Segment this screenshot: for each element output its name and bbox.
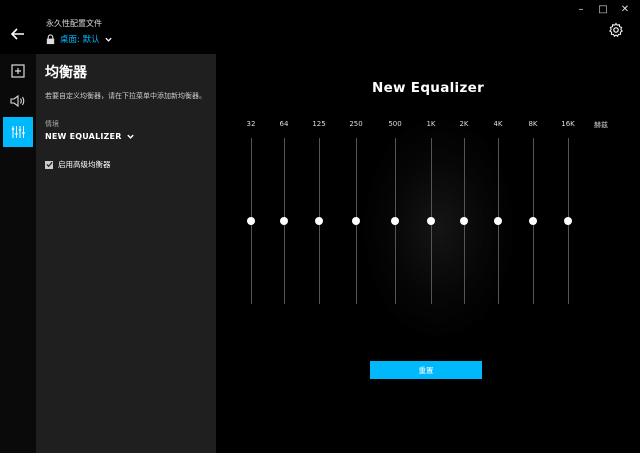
- eq-band-frequency: 500: [388, 120, 402, 128]
- minimize-button[interactable]: –: [570, 2, 592, 16]
- window-controls: – □ ✕: [570, 2, 636, 16]
- eq-band-slider-handle[interactable]: [280, 217, 288, 225]
- eq-band-frequency: 250: [349, 120, 363, 128]
- eq-band-frequency: 4K: [493, 120, 503, 128]
- eq-band-slider-handle[interactable]: [247, 217, 255, 225]
- advanced-eq-label: 启用高级均衡器: [58, 160, 111, 169]
- preset-label: 情境: [45, 120, 59, 128]
- eq-band-slider-handle[interactable]: [460, 217, 468, 225]
- speaker-icon: [10, 94, 25, 108]
- eq-band: 4K: [478, 120, 518, 310]
- eq-band: 64: [264, 120, 304, 310]
- profile-value: 桌面: 默认: [60, 35, 100, 45]
- rail-audio-button[interactable]: [3, 86, 33, 116]
- add-box-icon: [11, 64, 25, 78]
- eq-band: 250: [336, 120, 376, 310]
- back-button[interactable]: [8, 24, 28, 44]
- advanced-eq-checkbox[interactable]: [45, 160, 53, 169]
- eq-band-frequency: 64: [279, 120, 289, 128]
- eq-band: 125: [299, 120, 339, 310]
- equalizer-title: New Equalizer: [371, 80, 485, 96]
- back-arrow-icon: [11, 28, 24, 40]
- nav-rail: [0, 54, 36, 453]
- eq-band-slider-handle[interactable]: [427, 217, 435, 225]
- eq-band-slider-handle[interactable]: [391, 217, 399, 225]
- eq-band: 500: [375, 120, 415, 310]
- eq-band-frequency: 8K: [528, 120, 538, 128]
- chevron-down-icon: [104, 37, 112, 42]
- panel-title: 均衡器: [45, 65, 87, 81]
- settings-button[interactable]: [608, 22, 624, 38]
- unit-column: 赫兹: [581, 120, 621, 310]
- profile-selector[interactable]: 桌面: 默认: [45, 33, 113, 45]
- eq-band-slider-handle[interactable]: [564, 217, 572, 225]
- gear-icon: [609, 22, 623, 38]
- lock-icon: [46, 33, 55, 44]
- maximize-button[interactable]: □: [592, 2, 614, 16]
- rail-add-button[interactable]: [3, 56, 33, 86]
- rail-equalizer-button[interactable]: [3, 117, 33, 147]
- chevron-down-icon: [126, 134, 134, 139]
- eq-band-slider-handle[interactable]: [494, 217, 502, 225]
- equalizer-icon: [11, 126, 25, 138]
- unit-label: 赫兹: [594, 121, 608, 129]
- checkmark-icon: [45, 161, 53, 168]
- eq-band-slider-handle[interactable]: [315, 217, 323, 225]
- advanced-eq-toggle[interactable]: 启用高级均衡器: [45, 159, 207, 170]
- eq-band-frequency: 125: [312, 120, 326, 128]
- panel-description: 若要自定义均衡器，请在下拉菜单中添加新均衡器。: [45, 92, 206, 100]
- close-button[interactable]: ✕: [614, 2, 636, 16]
- reset-button[interactable]: 重置: [370, 361, 482, 379]
- preset-value: NEW EQUALIZER: [45, 132, 122, 141]
- eq-band-slider-handle[interactable]: [529, 217, 537, 225]
- eq-band: 8K: [513, 120, 553, 310]
- profile-caption: 永久性配置文件: [46, 19, 102, 28]
- eq-band-slider-handle[interactable]: [352, 217, 360, 225]
- equalizer-settings-panel: 均衡器 若要自定义均衡器，请在下拉菜单中添加新均衡器。 情境 NEW EQUAL…: [36, 54, 216, 453]
- equalizer-main: New Equalizer 32 64 125 250 500 1K 2K 4K 8K 16K 赫…: [216, 54, 640, 453]
- preset-dropdown[interactable]: NEW EQUALIZER: [45, 132, 207, 141]
